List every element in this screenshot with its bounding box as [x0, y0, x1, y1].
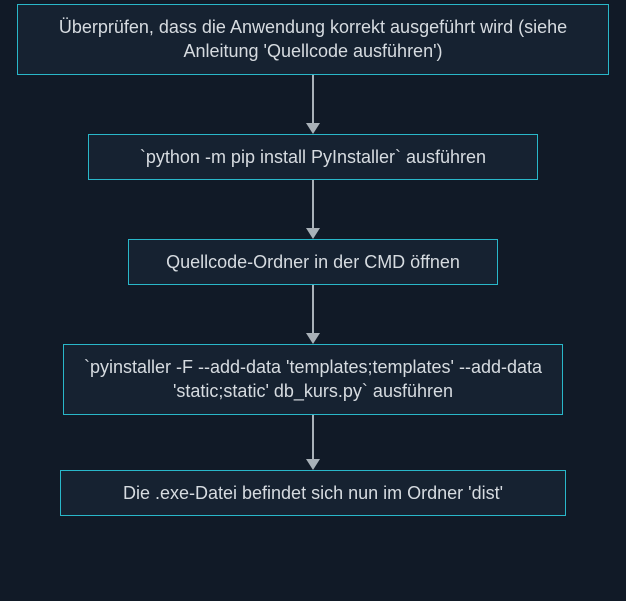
flow-arrow — [306, 75, 320, 134]
node-text: Die .exe-Datei befindet sich nun im Ordn… — [123, 483, 503, 503]
flow-arrow — [306, 285, 320, 344]
flow-arrow — [306, 415, 320, 470]
flow-node-run-pyinstaller: `pyinstaller -F --add-data 'templates;te… — [63, 344, 563, 415]
arrow-down-icon — [306, 228, 320, 239]
arrow-down-icon — [306, 459, 320, 470]
arrow-line-icon — [312, 285, 314, 333]
node-text: Überprüfen, dass die Anwendung korrekt a… — [59, 17, 567, 61]
arrow-down-icon — [306, 333, 320, 344]
flow-node-result: Die .exe-Datei befindet sich nun im Ordn… — [60, 470, 566, 516]
arrow-line-icon — [312, 75, 314, 123]
flow-node-pip-install: `python -m pip install PyInstaller` ausf… — [88, 134, 538, 180]
arrow-line-icon — [312, 180, 314, 228]
node-text: `python -m pip install PyInstaller` ausf… — [140, 147, 486, 167]
node-text: Quellcode-Ordner in der CMD öffnen — [166, 252, 460, 272]
node-text: `pyinstaller -F --add-data 'templates;te… — [84, 357, 542, 401]
arrow-line-icon — [312, 415, 314, 459]
flow-node-verify-app: Überprüfen, dass die Anwendung korrekt a… — [17, 4, 609, 75]
flow-node-open-cmd: Quellcode-Ordner in der CMD öffnen — [128, 239, 498, 285]
flow-arrow — [306, 180, 320, 239]
arrow-down-icon — [306, 123, 320, 134]
